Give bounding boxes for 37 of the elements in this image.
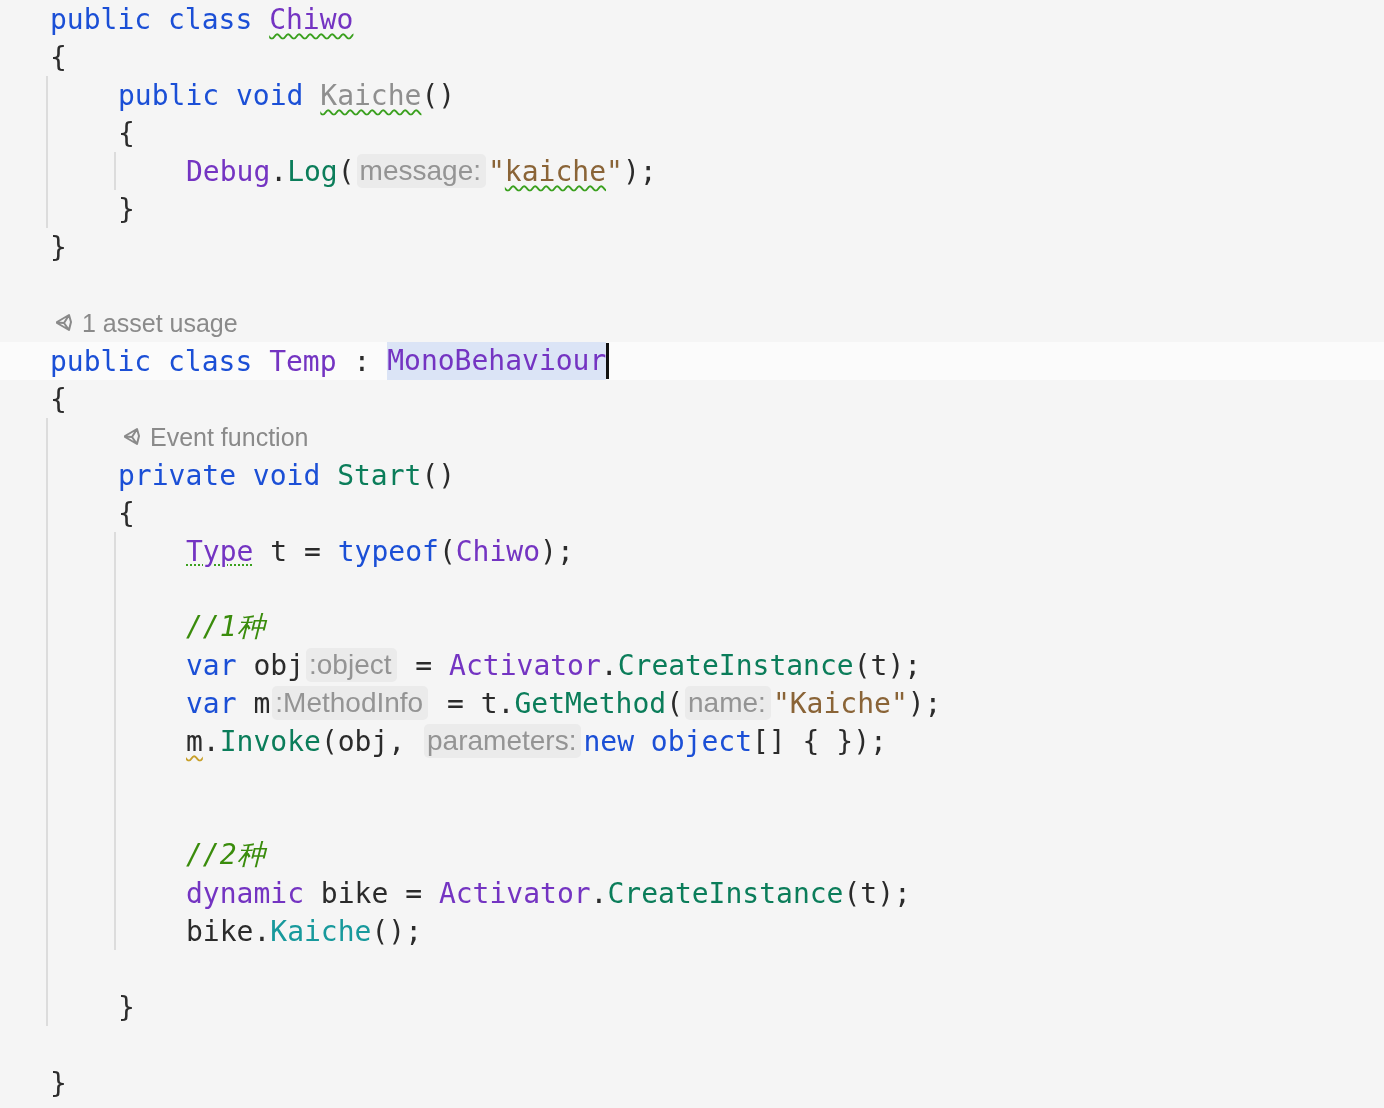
code-text: private void Start() xyxy=(118,458,456,492)
code-text: "kaiche"); xyxy=(488,154,657,188)
code-text: dynamic bike = Activator.CreateInstance(t); xyxy=(186,876,911,910)
code-text: { xyxy=(118,496,135,530)
code-text: { xyxy=(50,40,67,74)
cube-logo-icon xyxy=(122,427,142,447)
code-text: var obj xyxy=(186,648,304,682)
code-text: Type t = typeof(Chiwo); xyxy=(186,534,574,568)
code-text: //2种 xyxy=(186,837,265,873)
code-text: public class Temp : xyxy=(50,344,372,378)
code-text: } xyxy=(118,990,135,1024)
code-text: public class Chiwo xyxy=(50,2,354,36)
inlay-hint: :MethodInfo xyxy=(272,686,429,720)
code-text: { xyxy=(118,116,135,150)
highlighted-symbol: MonoBehaviour xyxy=(387,342,607,380)
code-text: = Activator.CreateInstance(t); xyxy=(414,648,922,682)
inlay-hint: parameters: xyxy=(424,724,582,758)
code-text: public void Kaiche() xyxy=(118,78,456,112)
code-lens-text[interactable]: 1 asset usage xyxy=(82,308,238,338)
code-text: = t.GetMethod( xyxy=(446,686,684,720)
cube-logo-icon xyxy=(54,313,74,333)
inlay-hint: name: xyxy=(685,686,771,720)
code-editor[interactable] xyxy=(0,0,1384,1108)
code-text: } xyxy=(118,192,135,226)
code-lens-text[interactable]: Event function xyxy=(150,422,309,452)
code-text: m.Invoke(obj, xyxy=(186,724,407,758)
code-text: { xyxy=(50,382,67,416)
code-text: new object[] { }); xyxy=(583,724,887,758)
code-text: bike.Kaiche(); xyxy=(186,914,423,948)
code-text: var m xyxy=(186,686,271,720)
code-text: //1种 xyxy=(186,609,265,645)
code-text: Debug.Log( xyxy=(186,154,355,188)
code-text: } xyxy=(50,230,67,264)
inlay-hint: message: xyxy=(356,154,486,188)
code-text: } xyxy=(50,1066,67,1100)
inlay-hint: :object xyxy=(306,648,397,682)
code-text: "Kaiche"); xyxy=(772,686,942,720)
